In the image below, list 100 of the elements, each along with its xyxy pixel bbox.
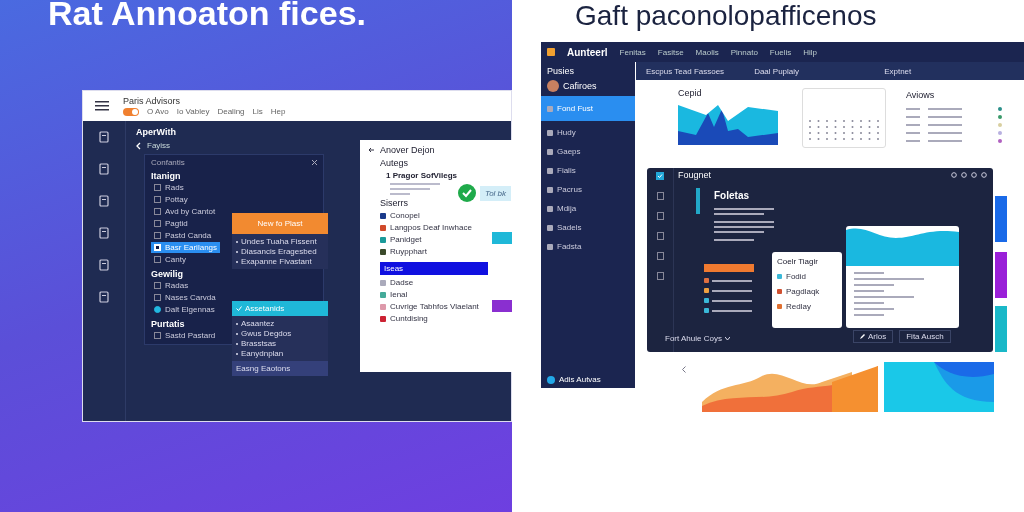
avatar: [547, 80, 559, 92]
accent-bar: [696, 188, 700, 214]
export-link[interactable]: Exptnet: [884, 66, 912, 76]
nav-icon: [547, 105, 553, 112]
menu-item[interactable]: Maolis: [695, 47, 719, 57]
nav-icon[interactable]: [99, 259, 109, 271]
bullet-text: Exapanne Fivastant: [241, 257, 312, 266]
back-icon[interactable]: [368, 147, 374, 153]
checkbox[interactable]: [154, 208, 161, 215]
text-line: [854, 284, 894, 286]
text-line: [714, 213, 764, 215]
panel-title: Confantis: [151, 158, 185, 167]
sidebar-item[interactable]: Fialis: [541, 163, 635, 178]
check-icon[interactable]: [656, 172, 664, 180]
close-icon[interactable]: [312, 160, 317, 165]
sidebar-item[interactable]: Hudy: [541, 125, 635, 140]
menu-item[interactable]: O Avo: [147, 107, 169, 116]
list-text: Redlay: [786, 302, 811, 311]
nav-icon[interactable]: [656, 252, 664, 260]
back-link[interactable]: Fayiss: [136, 141, 171, 150]
sidebar-item[interactable]: Sadels: [541, 220, 635, 235]
option-item[interactable]: Pottay: [151, 194, 191, 205]
text-line: [712, 289, 752, 292]
nav-icon[interactable]: [656, 272, 664, 280]
toggle-switch[interactable]: [123, 107, 139, 116]
bullet-text: Undes Tuaha Fissent: [241, 237, 317, 246]
checkbox[interactable]: [154, 282, 161, 289]
menu-item[interactable]: Fenitas: [619, 47, 646, 57]
checkbox[interactable]: [154, 196, 161, 203]
menu-item[interactable]: Hilp: [803, 47, 817, 57]
color-tile: [995, 196, 1007, 242]
menu-item[interactable]: Lis: [252, 107, 263, 116]
sidebar-item[interactable]: Gaeps: [541, 144, 635, 159]
nav-icon[interactable]: [656, 212, 664, 220]
text-line: [390, 188, 430, 190]
dropdown[interactable]: Fort Ahuie Coys: [665, 334, 730, 343]
nav-icon[interactable]: [656, 232, 664, 240]
nav-icon: [547, 167, 553, 174]
nav-icon: [547, 129, 553, 136]
checkbox[interactable]: [154, 220, 161, 227]
search-field[interactable]: Daal Puplaiy: [754, 66, 855, 76]
menu-item[interactable]: Io Vabley: [176, 107, 210, 116]
card-title: Coelr Tiagir: [777, 257, 819, 266]
checkbox[interactable]: [154, 294, 161, 301]
text-line: [714, 208, 774, 210]
color-tile: [995, 306, 1007, 352]
legend-title: Aviows: [906, 90, 936, 100]
page-title: Escpus Tead Fassoes: [646, 66, 725, 76]
checkbox[interactable]: [154, 332, 161, 339]
nav-icon: [547, 205, 553, 212]
section-bar: Iseas: [380, 262, 488, 275]
text-line: [854, 314, 884, 316]
pencil-icon: [860, 334, 865, 339]
option-item[interactable]: Radas: [151, 280, 192, 291]
list-text: Ruypphart: [390, 247, 427, 256]
sidebar-item[interactable]: Pacrus: [541, 182, 635, 197]
nav-icon[interactable]: [99, 291, 109, 303]
option-item[interactable]: Pagtid: [151, 218, 191, 229]
color-tile: [995, 252, 1007, 298]
option-item[interactable]: Sastd Pastard: [151, 330, 219, 341]
text-line: [854, 308, 894, 310]
nav-icon[interactable]: [99, 227, 109, 239]
callout-bubble: Tol bk: [480, 185, 512, 201]
list-text: Asaantez: [241, 319, 275, 328]
menu-item[interactable]: Dealing: [217, 107, 245, 116]
group-heading: Gewilig: [151, 269, 183, 279]
logo-icon: [547, 48, 555, 56]
menu-icon[interactable]: [95, 101, 109, 111]
action-button[interactable]: Fita Ausch: [899, 330, 951, 343]
sidebar-item[interactable]: Mdija: [541, 201, 635, 216]
nav-icon[interactable]: [99, 131, 109, 143]
option-item[interactable]: Dalt Elgennas: [151, 304, 218, 315]
list-text: Cuntdising: [390, 314, 428, 323]
option-item[interactable]: Avd by Cantot: [151, 206, 219, 217]
nav-icon[interactable]: [99, 195, 109, 207]
menu-item[interactable]: Hep: [270, 107, 286, 116]
caret-icon: [724, 337, 730, 340]
nav-icon[interactable]: [99, 163, 109, 175]
group-heading: Itanign: [151, 171, 181, 181]
checkbox[interactable]: [154, 184, 161, 191]
item-icon: [777, 304, 782, 309]
menu-item[interactable]: Pinnato: [730, 47, 758, 57]
menu-item[interactable]: Fasitse: [657, 47, 684, 57]
option-item[interactable]: Pastd Canda: [151, 230, 215, 241]
text-line: [906, 140, 920, 142]
nav-icon[interactable]: [656, 192, 664, 200]
bullet-text: Diasancis Eragesbed: [241, 247, 317, 256]
option-item[interactable]: Rads: [151, 182, 187, 193]
check-icon: [236, 306, 242, 311]
option-item[interactable]: Canty: [151, 254, 189, 265]
previous-icon[interactable]: [682, 366, 686, 373]
text-line: [712, 279, 752, 282]
checkbox[interactable]: [154, 256, 161, 263]
sidebar-item[interactable]: Fadsta: [541, 239, 635, 254]
checkbox[interactable]: [154, 232, 161, 239]
radio-button[interactable]: [154, 306, 161, 313]
avatar: [547, 375, 555, 384]
option-item[interactable]: Nases Carvda: [151, 292, 219, 303]
edit-button[interactable]: Arlos: [853, 330, 894, 343]
menu-item[interactable]: Fuelis: [769, 47, 792, 57]
